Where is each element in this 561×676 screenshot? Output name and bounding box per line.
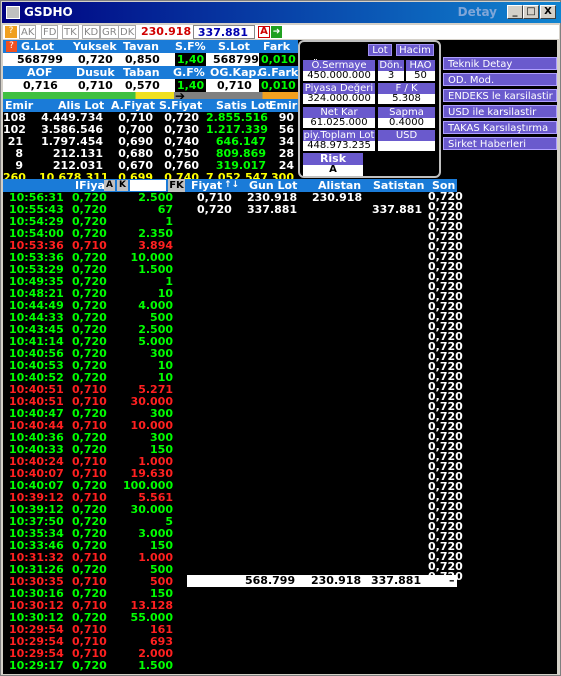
price-gun-lot: 337.881 xyxy=(247,203,298,216)
val-fark: 0,010 xyxy=(259,53,298,66)
tb-gr[interactable]: GR xyxy=(100,25,119,39)
lot-button[interactable]: Lot xyxy=(368,44,392,56)
hdr-satistan: Satistan xyxy=(373,179,425,192)
val-tavan: 0,850 xyxy=(125,53,160,66)
toplam-value: 448.973.235 xyxy=(303,141,375,151)
trade-row: 10:29:17 0,720 1.500 xyxy=(3,660,183,672)
trade-price: 0,720 xyxy=(72,659,107,672)
toolbar: ? AK FD TK KD GR DK 230.918 337.881 A ➜ xyxy=(3,25,559,39)
hao-value: 50 xyxy=(406,71,435,81)
hdr-tavan: Tavan xyxy=(123,40,159,53)
detail-label: Detay xyxy=(457,5,497,19)
risk-value: A xyxy=(303,165,363,176)
hdr-ogkap: OG.Kap. xyxy=(210,66,261,79)
side-link[interactable]: TAKAS Karsılaştırma xyxy=(443,121,557,134)
hdr-yuksek: Yuksek xyxy=(73,40,117,53)
app-icon[interactable] xyxy=(6,6,20,19)
tb-dk[interactable]: DK xyxy=(118,25,137,39)
tb-kd[interactable]: KD xyxy=(82,25,101,39)
info-icon[interactable]: ? xyxy=(6,41,17,52)
tb-tk[interactable]: TK xyxy=(62,25,79,39)
side-link[interactable]: OD. Mod. xyxy=(443,73,557,86)
val-aof: 0,716 xyxy=(23,79,58,92)
piyasa-value: 324.000.000 xyxy=(303,94,375,104)
hdr-dusuk: Dusuk xyxy=(76,66,115,79)
val-dusuk: 0,710 xyxy=(78,79,113,92)
val-taban: 0,570 xyxy=(125,79,160,92)
content-area: G.Lot Yuksek Tavan S.F% S.Lot Fark ? 568… xyxy=(3,40,557,674)
info-panel: Lot Hacim Ö.Sermaye 450.000.000 Dön. 3 H… xyxy=(298,40,441,178)
price-fiyat: 0,720 xyxy=(197,203,232,216)
window-title: GSDHO xyxy=(24,5,73,19)
depth-balance-bar xyxy=(3,92,298,99)
side-link[interactable]: ENDEKS le karsilastir xyxy=(443,89,557,102)
title-bar[interactable]: GSDHO Detay _ □ X xyxy=(2,2,561,23)
side-link[interactable]: Sirket Haberleri xyxy=(443,137,557,150)
hdr-sf: S.F% xyxy=(175,40,206,53)
trade-lot: 1.500 xyxy=(138,659,173,672)
total-satistan: 337.881 xyxy=(371,574,422,587)
hacim-button[interactable]: Hacim xyxy=(396,44,434,56)
hdr-slot: S.Lot xyxy=(218,40,250,53)
help-icon[interactable]: ? xyxy=(5,26,17,38)
main-window: GSDHO Detay _ □ X ? AK FD TK KD GR DK 23… xyxy=(0,0,561,676)
val-sf: 1,40 xyxy=(175,53,207,66)
osermaye-value: 450.000.000 xyxy=(303,71,375,81)
hdr-aof: AOF xyxy=(27,66,53,79)
toolbar-price2: 337.881 xyxy=(193,25,255,39)
hdr-fark: Fark xyxy=(263,40,291,53)
val-yuksek: 0,720 xyxy=(78,53,113,66)
hdr-gf: G.F% xyxy=(173,66,205,79)
val-gfark: 0,010 xyxy=(259,79,298,92)
val-ogkap: 0,710 xyxy=(217,79,252,92)
sapma-value: 0.4000 xyxy=(378,118,435,128)
usd-label: USD Değeri xyxy=(378,130,435,152)
toolbar-price: 230.918 xyxy=(141,25,192,38)
trade-time: 10:29:17 xyxy=(9,659,64,672)
fk-value: 5.308 xyxy=(378,94,435,104)
tb-ak[interactable]: AK xyxy=(19,25,37,39)
a-button[interactable]: A xyxy=(258,26,270,38)
val-slot: 568799 xyxy=(213,53,259,66)
hdr-taban: Taban xyxy=(123,66,160,79)
price-satistan: 337.881 xyxy=(372,203,423,216)
minimize-button[interactable]: _ xyxy=(507,5,523,19)
hdr-gfark: G.Fark xyxy=(258,66,299,79)
total-gun-lot: 568.799 xyxy=(245,574,296,587)
price-total-row: 568.799 230.918 337.881 – xyxy=(187,575,457,587)
summary-values-row: 568799 0,720 0,850 1,40 568799 0,010 xyxy=(3,53,298,66)
maximize-button[interactable]: □ xyxy=(523,5,539,19)
usd-value xyxy=(378,141,435,151)
don-value: 3 xyxy=(378,71,404,81)
price-row: 0,720 337.881 337.881 xyxy=(187,204,457,216)
side-link[interactable]: USD ile karsilastir xyxy=(443,105,557,118)
summary-header-row: G.Lot Yuksek Tavan S.F% S.Lot Fark xyxy=(3,40,298,53)
hdr-glot: G.Lot xyxy=(21,40,55,53)
go-arrow-icon[interactable]: ➜ xyxy=(271,26,282,38)
filter-input[interactable] xyxy=(130,180,166,191)
total-alistan: 230.918 xyxy=(311,574,362,587)
tb-fd[interactable]: FD xyxy=(41,25,59,39)
summary-values-row2: 0,716 0,710 0,570 1,40 0,710 0,010 xyxy=(3,79,298,92)
side-link[interactable]: Teknik Detay xyxy=(443,57,557,70)
sort-k-button[interactable]: K xyxy=(117,180,128,191)
netkar-value: 61.025.000 xyxy=(303,118,375,128)
summary-header-row2: AOF Dusuk Taban G.F% OG.Kap. G.Fark xyxy=(3,66,298,79)
sort-a-button[interactable]: A xyxy=(104,180,115,191)
price-alistan: 230.918 xyxy=(312,191,363,204)
val-glot: 568799 xyxy=(17,53,63,66)
total-son: – xyxy=(449,574,455,587)
close-button[interactable]: X xyxy=(540,5,556,19)
